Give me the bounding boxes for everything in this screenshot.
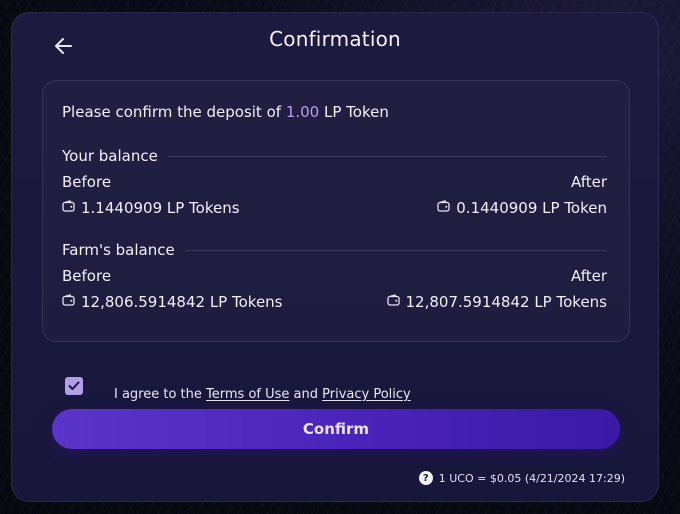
farm-balance-label: Farm's balance <box>62 241 175 259</box>
your-balance-before-value: 1.1440909 LP Tokens <box>81 199 240 217</box>
your-balance-label: Your balance <box>62 147 158 165</box>
price-text: 1 UCO = $0.05 (4/21/2024 17:29) <box>438 471 625 485</box>
agreement-and: and <box>293 387 319 402</box>
confirmation-dialog: Confirmation Please confirm the deposit … <box>11 12 659 502</box>
privacy-policy-link[interactable]: Privacy Policy <box>322 387 411 402</box>
agreement-text: I agree to the Terms of Use and Privacy … <box>114 387 411 402</box>
your-balance-after: 0.1440909 LP Token <box>437 199 607 217</box>
farm-balance-before: 12,806.5914842 LP Tokens <box>62 293 283 311</box>
farm-balance-heading: Farm's balance <box>62 241 607 259</box>
wallet-icon <box>62 200 75 212</box>
terms-of-use-link[interactable]: Terms of Use <box>206 387 289 402</box>
your-balance-after-value: 0.1440909 LP Token <box>456 199 607 217</box>
agreement-prefix: I agree to the <box>114 387 202 402</box>
before-label: Before <box>62 173 112 191</box>
your-balance-before: 1.1440909 LP Tokens <box>62 199 240 217</box>
wallet-icon <box>386 294 400 306</box>
after-label: After <box>570 267 607 285</box>
deposit-summary-card: Please confirm the deposit of 1.00 LP To… <box>42 80 630 342</box>
confirm-prefix: Please confirm the deposit of <box>62 103 282 121</box>
deposit-amount: 1.00 <box>285 103 320 121</box>
agree-checkbox[interactable] <box>65 377 83 395</box>
deposit-token: LP Token <box>324 103 389 121</box>
confirm-deposit-text: Please confirm the deposit of 1.00 LP To… <box>62 103 389 121</box>
before-label: Before <box>62 267 112 285</box>
farm-balance-after: 12,807.5914842 LP Tokens <box>386 293 608 311</box>
your-balance-values-row: 1.1440909 LP Tokens 0.1440909 LP Token <box>62 199 607 217</box>
divider <box>167 155 607 157</box>
your-balance-labels-row: Before After <box>62 173 607 191</box>
dialog-title: Confirmation <box>269 27 401 51</box>
checkmark-icon <box>68 381 80 390</box>
after-label: After <box>570 173 607 191</box>
price-info: ? 1 UCO = $0.05 (4/21/2024 17:29) <box>418 471 625 485</box>
wallet-icon <box>437 200 450 212</box>
your-balance-section: Your balance Before After 1.1440909 LP T… <box>62 147 607 217</box>
farm-balance-before-value: 12,806.5914842 LP Tokens <box>81 293 283 311</box>
farm-balance-after-value: 12,807.5914842 LP Tokens <box>405 293 608 311</box>
farm-balance-section: Farm's balance Before After 12,806.59148… <box>62 241 607 311</box>
your-balance-heading: Your balance <box>62 147 607 165</box>
farm-balance-values-row: 12,806.5914842 LP Tokens 12,807.5914842 … <box>62 293 607 311</box>
confirm-button[interactable]: Confirm <box>52 409 620 449</box>
wallet-icon <box>62 294 75 306</box>
help-icon[interactable]: ? <box>418 471 433 485</box>
divider <box>184 249 607 251</box>
farm-balance-labels-row: Before After <box>62 267 607 285</box>
